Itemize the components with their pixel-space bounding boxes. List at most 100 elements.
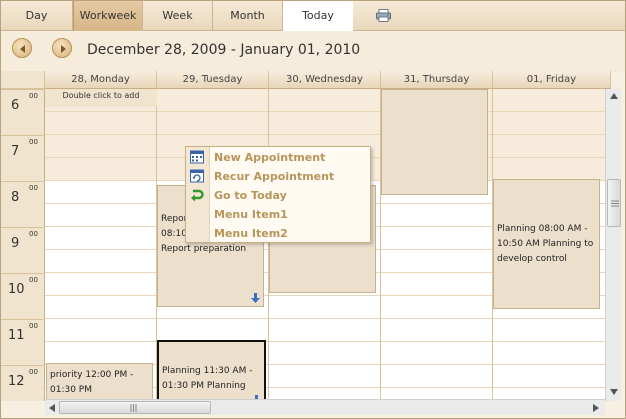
hour-number: 6 (11, 98, 20, 113)
arrow-left-icon (20, 45, 25, 53)
day-header-thursday[interactable]: 31, Thursday (381, 71, 493, 89)
menu-item-new-appointment[interactable]: New Appointment (186, 148, 370, 167)
tab-week[interactable]: Week (143, 1, 213, 31)
day-header-tuesday[interactable]: 29, Tuesday (157, 71, 269, 89)
day-header-wednesday[interactable]: 30, Wednesday (269, 71, 381, 89)
menu-item-label: Menu Item1 (214, 208, 288, 221)
menu-item-label: Recur Appointment (214, 170, 335, 183)
menu-item-label: Go to Today (214, 189, 287, 202)
printer-icon[interactable] (376, 9, 391, 22)
hour-minutes: 00 (29, 230, 38, 238)
time-ruler: 6 00 7 00 8 00 9 00 10 00 11 00 12 00 (1, 89, 45, 401)
time-slot[interactable] (157, 112, 268, 135)
day-header-friday[interactable]: 01, Friday (493, 71, 611, 89)
vertical-scroll-thumb[interactable] (607, 179, 621, 227)
time-slot[interactable] (381, 319, 492, 342)
scroll-down-icon[interactable] (610, 389, 618, 395)
go-today-arrow-icon (191, 189, 204, 202)
previous-button[interactable] (12, 38, 32, 58)
recur-calendar-icon (190, 169, 204, 183)
hour-label: 12 00 (1, 365, 45, 401)
hour-label: 11 00 (1, 319, 45, 365)
hour-label: 7 00 (1, 135, 45, 181)
hour-minutes: 00 (29, 368, 38, 376)
double-click-hint[interactable]: Double click to add (45, 89, 157, 107)
time-slot[interactable] (269, 342, 380, 365)
time-slot[interactable] (45, 204, 156, 227)
hour-number: 9 (11, 236, 20, 251)
day-column-monday[interactable] (45, 89, 157, 401)
time-slot[interactable] (493, 135, 610, 158)
time-slot[interactable] (493, 89, 610, 112)
time-slot[interactable] (157, 319, 268, 342)
tab-day[interactable]: Day (1, 1, 73, 31)
time-slot[interactable] (269, 296, 380, 319)
scroll-right-icon[interactable] (593, 404, 599, 412)
time-slot[interactable] (269, 89, 380, 112)
horizontal-scrollbar[interactable] (45, 399, 605, 415)
tab-workweek[interactable]: Workweek (73, 1, 143, 31)
time-slot[interactable] (381, 250, 492, 273)
scroll-up-icon[interactable] (610, 93, 618, 99)
appointment-thursday-block[interactable] (381, 89, 488, 195)
time-slot[interactable] (493, 342, 610, 365)
time-slot[interactable] (381, 204, 492, 227)
time-slot[interactable] (269, 112, 380, 135)
scroll-left-icon[interactable] (49, 404, 55, 412)
appointment-planning-tuesday[interactable]: Planning 11:30 AM - 01:30 PM Planning (157, 340, 266, 401)
scheduler-window: Day Workweek Week Month Today December 2… (0, 0, 626, 419)
menu-item-label: Menu Item2 (214, 227, 288, 240)
time-slot[interactable] (269, 365, 380, 388)
time-slot[interactable] (157, 89, 268, 112)
time-slot[interactable] (45, 319, 156, 342)
hour-number: 8 (11, 190, 20, 205)
menu-item-menu-item2[interactable]: Menu Item2 (186, 224, 370, 243)
time-slot[interactable] (45, 227, 156, 250)
hour-label: 8 00 (1, 181, 45, 227)
time-slot[interactable] (45, 181, 156, 204)
time-slot[interactable] (493, 319, 610, 342)
tab-month[interactable]: Month (213, 1, 283, 31)
date-navigation: December 28, 2009 - January 01, 2010 (1, 32, 625, 72)
menu-item-recur-appointment[interactable]: Recur Appointment (186, 167, 370, 186)
time-slot[interactable] (381, 273, 492, 296)
appointment-text: priority 12:00 PM - 01:30 PM appointment (50, 370, 134, 401)
grip-icon (130, 404, 137, 412)
time-slot[interactable] (45, 250, 156, 273)
time-slot[interactable] (45, 158, 156, 181)
arrow-down-icon (251, 293, 260, 303)
day-header-monday[interactable]: 28, Monday (45, 71, 157, 89)
vertical-scrollbar[interactable] (605, 89, 621, 401)
time-slot[interactable] (45, 342, 156, 365)
time-slot[interactable] (493, 112, 610, 135)
appointment-priority[interactable]: priority 12:00 PM - 01:30 PM appointment (46, 363, 153, 401)
hour-number: 10 (8, 282, 25, 297)
hour-label: 9 00 (1, 227, 45, 273)
time-slot[interactable] (45, 296, 156, 319)
arrow-right-icon (61, 45, 66, 53)
time-slot[interactable] (45, 273, 156, 296)
tab-today[interactable]: Today (283, 1, 353, 31)
time-slot[interactable] (45, 112, 156, 135)
time-slot[interactable] (381, 227, 492, 250)
time-slot[interactable] (381, 365, 492, 388)
hour-label: 10 00 (1, 273, 45, 319)
time-slot[interactable] (493, 158, 610, 181)
next-button[interactable] (52, 38, 72, 58)
time-slot[interactable] (381, 296, 492, 319)
hour-minutes: 00 (29, 322, 38, 330)
day-columns: Double click to add Report 08:10 Report … (45, 89, 611, 401)
hour-minutes: 00 (29, 184, 38, 192)
menu-item-go-to-today[interactable]: Go to Today (186, 186, 370, 205)
menu-item-menu-item1[interactable]: Menu Item1 (186, 205, 370, 224)
appointment-planning-friday[interactable]: Planning 08:00 AM - 10:50 AM Planning to… (493, 179, 600, 309)
time-slot[interactable] (269, 319, 380, 342)
time-slot[interactable] (381, 342, 492, 365)
hour-label: 6 00 (1, 89, 45, 135)
menu-item-label: New Appointment (214, 151, 326, 164)
appointment-text: Planning 11:30 AM - 01:30 PM Planning (162, 366, 253, 391)
time-slot[interactable] (45, 135, 156, 158)
time-slot[interactable] (493, 365, 610, 388)
horizontal-scroll-thumb[interactable] (59, 401, 211, 414)
hour-minutes: 00 (29, 92, 38, 100)
